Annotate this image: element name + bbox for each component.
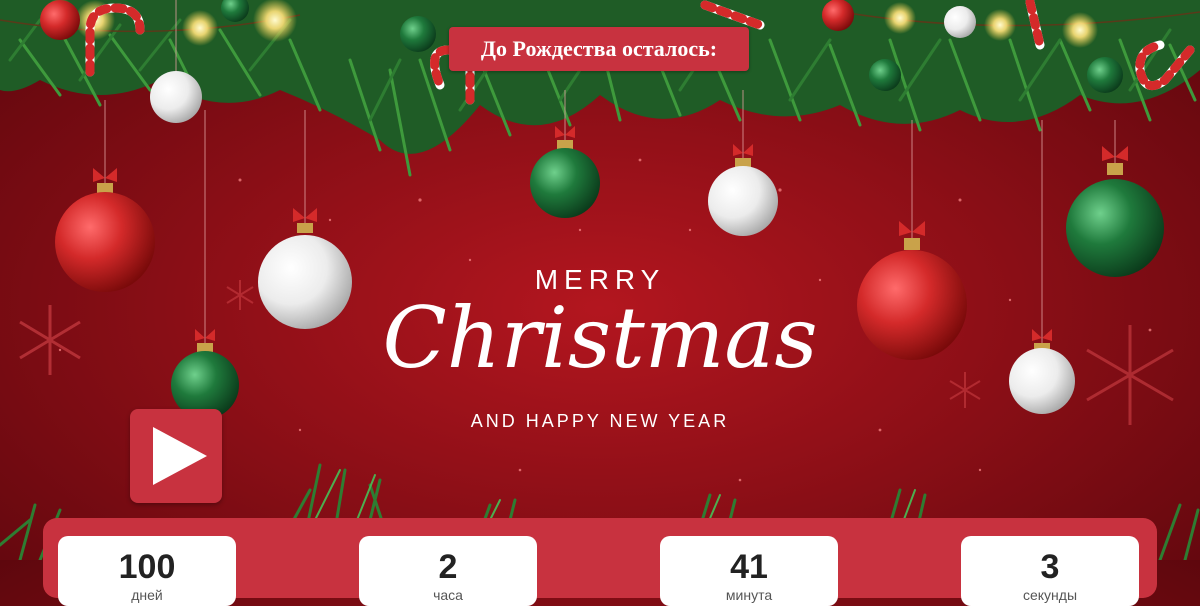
countdown-hours-value: 2 bbox=[438, 548, 458, 586]
ornament-white bbox=[258, 208, 352, 329]
ornament bbox=[869, 59, 901, 91]
countdown-hours-unit: часа bbox=[433, 587, 463, 603]
countdown-days-value: 100 bbox=[118, 548, 176, 586]
countdown-days-unit: дней bbox=[131, 587, 163, 603]
ornament bbox=[1087, 57, 1123, 93]
countdown-seconds: 3 секунды bbox=[961, 536, 1139, 606]
snowflake-icon bbox=[949, 372, 981, 408]
countdown-title: До Рождества осталось: bbox=[449, 27, 749, 71]
snowflake-icon bbox=[19, 305, 81, 375]
countdown-panel: 100 дней 2 часа 41 минута 3 секунды bbox=[43, 518, 1157, 606]
snowflake-icon bbox=[226, 280, 254, 310]
ornament-red bbox=[55, 168, 155, 292]
countdown-minutes: 41 минута bbox=[660, 536, 838, 606]
countdown-seconds-unit: секунды bbox=[1022, 587, 1078, 603]
ornament-red bbox=[857, 221, 967, 360]
ornament bbox=[822, 0, 854, 31]
play-icon bbox=[153, 427, 207, 485]
ornament-white bbox=[150, 71, 202, 123]
snowflake-icon bbox=[1086, 325, 1174, 425]
greeting-christmas: Christmas bbox=[382, 289, 818, 387]
greeting-text: MERRY Christmas AND HAPPY NEW YEAR bbox=[360, 258, 840, 448]
play-button[interactable] bbox=[130, 409, 222, 503]
ornament bbox=[944, 6, 976, 38]
ornament-green bbox=[1066, 146, 1164, 277]
greeting-new-year: AND HAPPY NEW YEAR bbox=[470, 411, 730, 431]
countdown-hours: 2 часа bbox=[359, 536, 537, 606]
countdown-minutes-value: 41 bbox=[730, 548, 768, 586]
countdown-seconds-value: 3 bbox=[1040, 548, 1060, 586]
countdown-days: 100 дней bbox=[58, 536, 236, 606]
countdown-minutes-unit: минута bbox=[725, 587, 773, 603]
ornament bbox=[40, 0, 80, 40]
ornament bbox=[400, 16, 436, 52]
